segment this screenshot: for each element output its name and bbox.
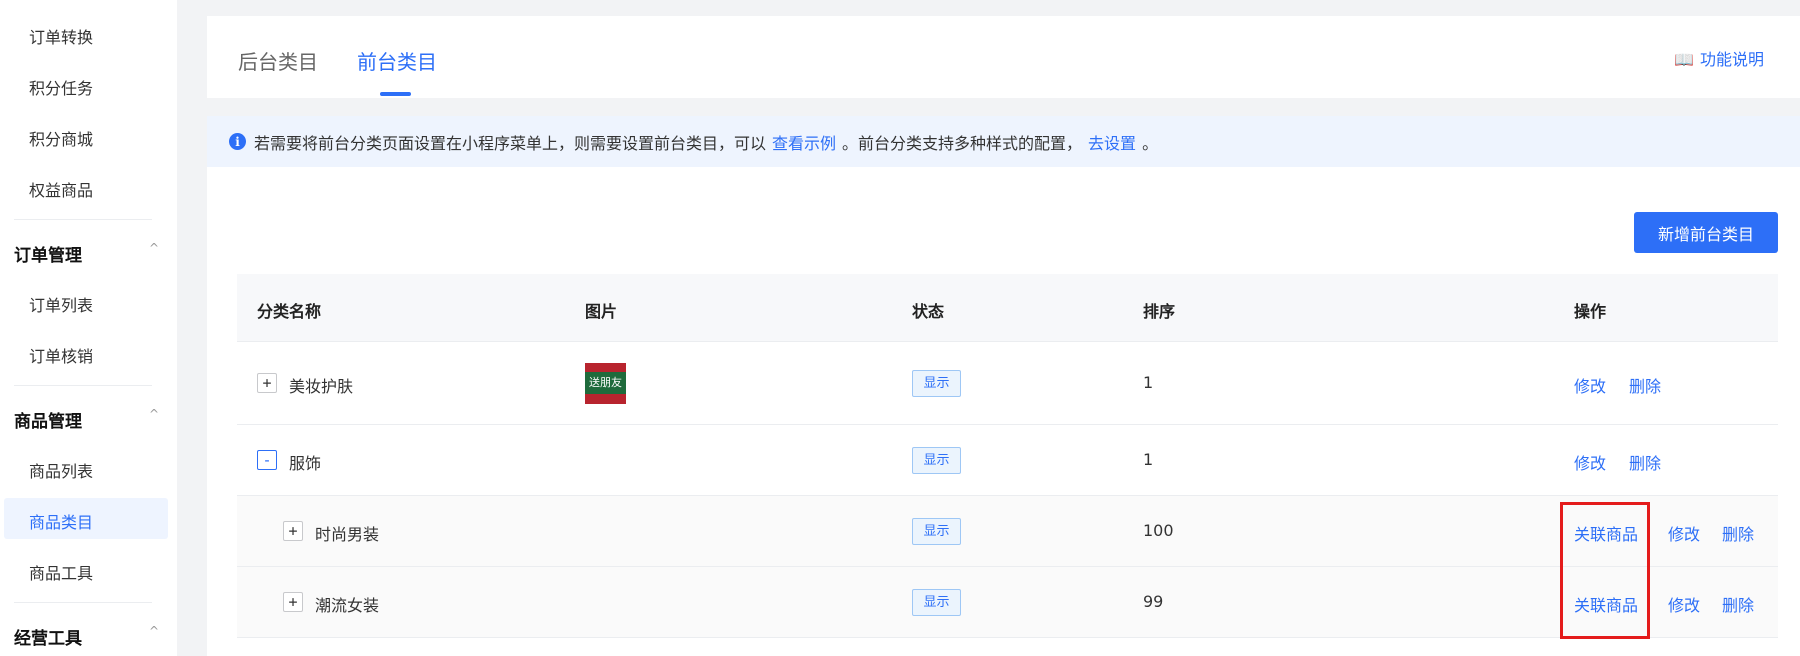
expand-icon[interactable]: +	[257, 373, 277, 393]
chevron-up-icon: ^	[148, 624, 159, 638]
category-image-text: 送朋友	[589, 376, 622, 389]
delete-link[interactable]: 删除	[1722, 592, 1754, 616]
sort-value: 100	[1143, 521, 1174, 540]
edit-link[interactable]: 修改	[1574, 373, 1606, 397]
active-tab-indicator	[380, 92, 411, 96]
sidebar-item-order-convert[interactable]: 订单转换	[29, 24, 93, 48]
status-badge: 显示	[912, 447, 961, 474]
info-icon: i	[229, 133, 246, 150]
category-name: 潮流女装	[315, 596, 380, 615]
sidebar-divider	[14, 219, 152, 220]
table-row: - 服饰 显示 1 修改 删除	[237, 425, 1778, 496]
sidebar-group-label: 订单管理	[14, 246, 82, 266]
delete-link[interactable]: 删除	[1722, 521, 1754, 545]
sidebar-item-points-mall[interactable]: 积分商城	[29, 126, 93, 150]
category-image: 送朋友	[585, 363, 626, 404]
sidebar-item-points-task[interactable]: 积分任务	[29, 75, 93, 99]
status-badge: 显示	[912, 370, 961, 397]
annotation-highlight-box	[1560, 502, 1650, 639]
table-row: + 美妆护肤 送朋友 显示 1 修改 删除	[237, 342, 1778, 425]
sidebar: 订单转换 积分任务 积分商城 权益商品 订单管理 ^ 订单列表 订单核销 商品管…	[0, 0, 177, 656]
column-header-name: 分类名称	[257, 302, 322, 321]
notice-text: 。	[1142, 133, 1159, 153]
sidebar-group-business[interactable]: 经营工具 ^	[14, 624, 159, 649]
book-icon: 📖	[1674, 50, 1694, 69]
sidebar-item-goods-category[interactable]: 商品类目	[29, 509, 93, 533]
sidebar-group-goods[interactable]: 商品管理 ^	[14, 407, 159, 432]
category-name: 时尚男装	[315, 525, 380, 544]
sidebar-divider	[14, 385, 152, 386]
sidebar-item-rights-goods[interactable]: 权益商品	[29, 177, 93, 201]
sort-value: 99	[1143, 592, 1164, 611]
table-row: + 时尚男装 显示 100 关联商品 修改 删除	[237, 496, 1778, 567]
sidebar-divider	[14, 602, 152, 603]
help-link[interactable]: 📖 功能说明	[1674, 46, 1764, 70]
edit-link[interactable]: 修改	[1668, 592, 1700, 616]
column-header-actions: 操作	[1574, 302, 1607, 321]
edit-link[interactable]: 修改	[1668, 521, 1700, 545]
tab-frontend-category[interactable]: 前台类目	[357, 46, 437, 75]
sidebar-group-order[interactable]: 订单管理 ^	[14, 241, 159, 266]
sidebar-group-label: 商品管理	[14, 412, 82, 432]
tabs-panel: 后台类目 前台类目 📖 功能说明	[207, 16, 1800, 98]
go-settings-link[interactable]: 去设置	[1088, 130, 1136, 154]
table-row: + 潮流女装 显示 99 关联商品 修改 删除	[237, 567, 1778, 638]
sidebar-item-order-verify[interactable]: 订单核销	[29, 343, 93, 367]
sidebar-item-order-list[interactable]: 订单列表	[29, 292, 93, 316]
column-header-sort: 排序	[1143, 302, 1176, 321]
category-name: 服饰	[289, 454, 322, 473]
category-name: 美妆护肤	[289, 377, 354, 396]
sidebar-item-goods-list[interactable]: 商品列表	[29, 458, 93, 482]
view-example-link[interactable]: 查看示例	[772, 130, 836, 154]
delete-link[interactable]: 删除	[1629, 373, 1661, 397]
help-label: 功能说明	[1699, 50, 1764, 69]
status-badge: 显示	[912, 518, 961, 545]
notice-text: 。前台分类支持多种样式的配置，	[842, 133, 1083, 153]
notice-text: 若需要将前台分类页面设置在小程序菜单上，则需要设置前台类目，可以	[254, 133, 767, 153]
chevron-up-icon: ^	[148, 241, 159, 255]
sidebar-group-label: 经营工具	[14, 629, 82, 649]
tab-backend-category[interactable]: 后台类目	[238, 46, 318, 75]
column-header-status: 状态	[912, 302, 945, 321]
edit-link[interactable]: 修改	[1574, 450, 1606, 474]
expand-icon[interactable]: +	[283, 521, 303, 541]
delete-link[interactable]: 删除	[1629, 450, 1661, 474]
sort-value: 1	[1143, 373, 1154, 392]
add-frontend-category-button[interactable]: 新增前台类目	[1634, 212, 1778, 253]
sort-value: 1	[1143, 450, 1154, 469]
notice-bar: i 若需要将前台分类页面设置在小程序菜单上，则需要设置前台类目，可以 查看示例 …	[207, 116, 1800, 167]
collapse-icon[interactable]: -	[257, 450, 277, 470]
table-header: 分类名称 图片 状态 排序 操作	[237, 274, 1778, 342]
column-header-image: 图片	[585, 302, 618, 321]
expand-icon[interactable]: +	[283, 592, 303, 612]
status-badge: 显示	[912, 589, 961, 616]
chevron-up-icon: ^	[148, 407, 159, 421]
sidebar-item-goods-tools[interactable]: 商品工具	[29, 560, 93, 584]
category-table: 分类名称 图片 状态 排序 操作 + 美妆护肤 送朋友 显示 1 修改 删除 -…	[237, 274, 1778, 638]
